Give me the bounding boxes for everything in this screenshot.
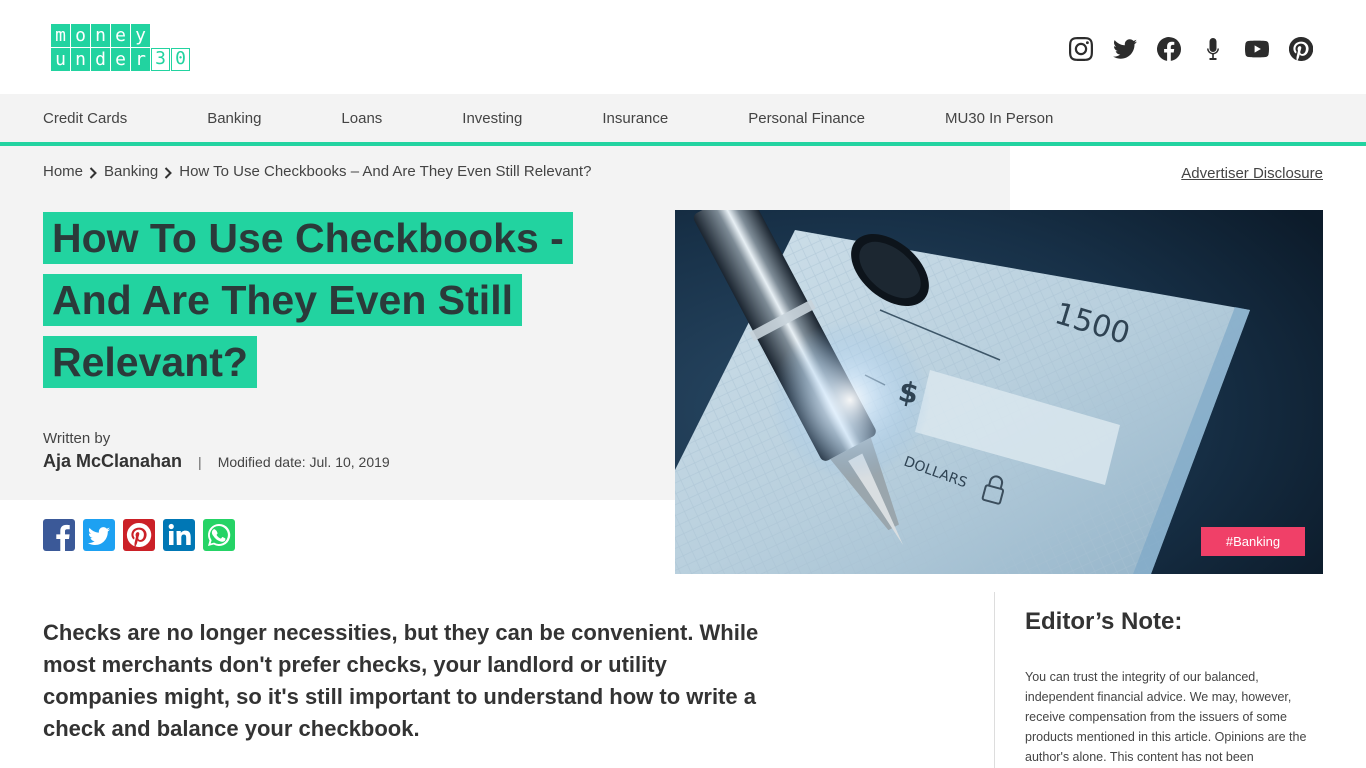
breadcrumb: Home Banking How To Use Checkbooks – And… [43, 163, 591, 180]
site-logo[interactable]: m o n e y u n d e r 3 0 [51, 24, 214, 71]
social-links [1068, 36, 1314, 62]
nav-item-mu30-in-person[interactable]: MU30 In Person [945, 110, 1053, 127]
logo-digit: 3 [151, 48, 170, 71]
sidebar-divider [994, 592, 995, 768]
page-title: How To Use Checkbooks - And Are They Eve… [43, 212, 603, 398]
advertiser-disclosure-link[interactable]: Advertiser Disclosure [1181, 165, 1323, 182]
logo-letter: n [91, 24, 110, 47]
modified-date: Modified date: Jul. 10, 2019 [217, 454, 390, 470]
category-tag[interactable]: #Banking [1201, 527, 1305, 556]
breadcrumb-home[interactable]: Home [43, 163, 83, 180]
title-line: How To Use Checkbooks - [43, 212, 573, 264]
linkedin-share-icon[interactable] [163, 519, 195, 551]
nav-item-banking[interactable]: Banking [207, 110, 261, 127]
logo-letter: d [91, 48, 110, 71]
author-name[interactable]: Aja McClanahan [43, 451, 182, 472]
nav-item-loans[interactable]: Loans [341, 110, 382, 127]
logo-letter: r [131, 48, 150, 71]
instagram-icon[interactable] [1068, 36, 1094, 62]
microphone-icon[interactable] [1200, 36, 1226, 62]
pinterest-share-icon[interactable] [123, 519, 155, 551]
logo-letter: y [131, 24, 150, 47]
share-bar [43, 519, 235, 551]
site-header: m o n e y u n d e r 3 0 [0, 0, 1366, 94]
nav-item-insurance[interactable]: Insurance [602, 110, 668, 127]
meta-separator: | [198, 454, 202, 470]
breadcrumb-current: How To Use Checkbooks – And Are They Eve… [179, 163, 592, 180]
breadcrumb-banking[interactable]: Banking [104, 163, 158, 180]
twitter-share-icon[interactable] [83, 519, 115, 551]
author-block: Written by Aja McClanahan | Modified dat… [43, 430, 390, 472]
written-by-label: Written by [43, 430, 111, 447]
logo-letter: e [111, 24, 130, 47]
logo-letter: u [51, 48, 70, 71]
logo-letter: n [71, 48, 90, 71]
nav-item-investing[interactable]: Investing [462, 110, 522, 127]
youtube-icon[interactable] [1244, 36, 1270, 62]
chevron-right-icon [89, 166, 97, 179]
logo-letter: o [71, 24, 90, 47]
logo-letter: m [51, 24, 70, 47]
facebook-icon[interactable] [1156, 36, 1182, 62]
whatsapp-share-icon[interactable] [203, 519, 235, 551]
logo-letter: e [111, 48, 130, 71]
logo-digit: 0 [171, 48, 190, 71]
article-lead: Checks are no longer necessities, but th… [43, 620, 759, 741]
chevron-right-icon [164, 166, 173, 179]
main-nav: Credit Cards Banking Loans Investing Ins… [0, 94, 1366, 146]
twitter-icon[interactable] [1112, 36, 1138, 62]
nav-item-credit-cards[interactable]: Credit Cards [43, 110, 127, 127]
hero-image: 1500 $ DOLLARS [675, 210, 1323, 574]
facebook-share-icon[interactable] [43, 519, 75, 551]
editor-note-title: Editor’s Note: [1025, 608, 1183, 635]
title-line: And Are They Even Still [43, 274, 522, 326]
editor-note-body: You can trust the integrity of our balan… [1025, 670, 1307, 764]
pinterest-icon[interactable] [1288, 36, 1314, 62]
nav-item-personal-finance[interactable]: Personal Finance [748, 110, 865, 127]
title-line: Relevant? [43, 336, 257, 388]
